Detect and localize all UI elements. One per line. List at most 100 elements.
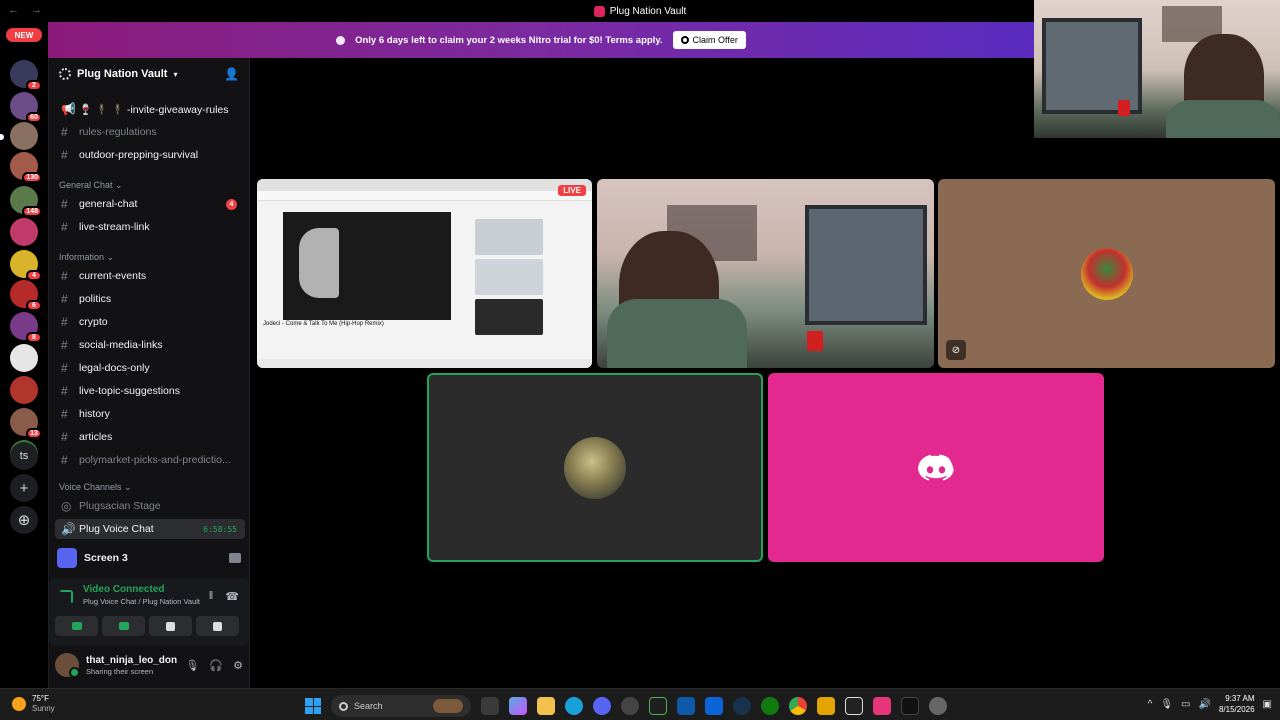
add-member-icon[interactable]: 👤 xyxy=(224,67,239,81)
channel-item[interactable]: # history xyxy=(55,404,245,424)
server-icon[interactable]: 8 xyxy=(10,312,42,343)
call-of-duty-icon[interactable] xyxy=(845,697,863,715)
chrome-icon[interactable] xyxy=(789,697,807,715)
channel-live-stream-link[interactable]: # live-stream-link xyxy=(55,217,245,237)
add-server-icon[interactable]: + xyxy=(10,474,38,502)
browser-toolbar xyxy=(257,191,592,201)
discord-logo-icon xyxy=(918,454,954,482)
server-icon[interactable]: 4 xyxy=(10,250,42,281)
channel-item[interactable]: # crypto xyxy=(55,312,245,332)
gear-icon[interactable]: ⚙ xyxy=(233,659,243,672)
channel-plugsacian-stage[interactable]: ◎ Plugsacian Stage xyxy=(55,496,245,516)
claim-offer-button[interactable]: Claim Offer xyxy=(672,31,746,49)
new-badge[interactable]: NEW xyxy=(6,28,42,42)
screen-share-panel: Screen 3 xyxy=(49,543,249,573)
outlook-icon[interactable] xyxy=(705,697,723,715)
participant-tile-muted[interactable]: ⊘ xyxy=(938,179,1275,368)
server-icon[interactable]: 13 xyxy=(10,408,42,439)
weather-condition: Sunny xyxy=(32,704,55,713)
username[interactable]: that_ninja_leo_don xyxy=(86,655,177,666)
copilot-icon[interactable] xyxy=(509,697,527,715)
channel-invite-giveaway-rules[interactable]: 📢 🍷 🕴 🕴 -invite-giveaway-rules xyxy=(55,99,245,119)
headphones-icon[interactable]: 🎧 xyxy=(209,659,223,672)
server-ts[interactable]: ts xyxy=(10,442,38,470)
server-icon[interactable] xyxy=(10,376,38,404)
back-button[interactable]: ← xyxy=(8,4,19,16)
server-icon[interactable]: 2 xyxy=(10,60,42,91)
channel-label: social-media-links xyxy=(79,339,163,351)
chevron-up-icon[interactable]: ^ xyxy=(1148,699,1153,710)
soundboard-button[interactable] xyxy=(196,616,239,636)
app-icon[interactable] xyxy=(649,697,667,715)
avatar[interactable] xyxy=(55,653,80,678)
server-icon[interactable]: 148 xyxy=(10,186,42,217)
channel-item[interactable]: # social-media-links xyxy=(55,335,245,355)
disconnect-icon[interactable]: ☎ xyxy=(225,590,239,603)
rockstar-icon[interactable] xyxy=(817,697,835,715)
obs-icon[interactable] xyxy=(621,697,639,715)
discord-icon[interactable] xyxy=(593,697,611,715)
activities-icon xyxy=(166,621,175,631)
activities-button[interactable] xyxy=(149,616,192,636)
participant-tile-speaking[interactable] xyxy=(427,373,763,562)
video-player xyxy=(283,212,451,320)
channel-item[interactable]: # politics xyxy=(55,289,245,309)
store-icon[interactable] xyxy=(677,697,695,715)
app-icon[interactable] xyxy=(873,697,891,715)
screen-share-button[interactable] xyxy=(102,616,145,636)
forward-button[interactable]: → xyxy=(31,4,42,16)
participant-tile-discord[interactable] xyxy=(768,373,1104,562)
task-view-icon[interactable] xyxy=(481,697,499,715)
steam-icon[interactable] xyxy=(733,697,751,715)
muted-mic-icon: ⊘ xyxy=(946,340,966,360)
weather-widget[interactable]: 75°F Sunny xyxy=(12,694,55,713)
channel-label: history xyxy=(79,408,110,420)
taskbar-search[interactable]: Search xyxy=(331,695,471,717)
microphone-icon[interactable]: 🎙 xyxy=(1160,699,1173,710)
tiktok-icon[interactable] xyxy=(901,697,919,715)
xbox-icon[interactable] xyxy=(761,697,779,715)
monitor-icon[interactable]: ▭ xyxy=(1181,699,1190,710)
windows-start-icon[interactable] xyxy=(305,698,321,714)
channel-item[interactable]: # current-events xyxy=(55,266,245,286)
server-icon[interactable]: 60 xyxy=(10,92,42,123)
server-icon[interactable]: 6 xyxy=(10,280,42,311)
channel-item[interactable]: # legal-docs-only xyxy=(55,358,245,378)
nitro-banner: Only 6 days left to claim your 2 weeks N… xyxy=(48,22,1034,58)
edge-icon[interactable] xyxy=(565,697,583,715)
channel-outdoor-prepping-survival[interactable]: # outdoor-prepping-survival xyxy=(55,145,245,165)
hash-icon: # xyxy=(61,453,68,467)
claim-offer-label: Claim Offer xyxy=(692,35,738,45)
screen-share-tile[interactable]: Jodeci - Come & Talk To Me (Hip-Hop Remi… xyxy=(257,179,592,368)
red-cup xyxy=(1118,100,1130,116)
channel-item[interactable]: # articles xyxy=(55,427,245,447)
server-icon[interactable] xyxy=(10,218,38,246)
camera-button[interactable] xyxy=(55,616,98,636)
volume-icon[interactable]: 🔊 xyxy=(1199,699,1211,710)
server-header[interactable]: Plug Nation Vault ▾ 👤 xyxy=(49,58,249,90)
channel-item[interactable]: # polymarket-picks-and-predictio... xyxy=(55,450,245,470)
file-explorer-icon[interactable] xyxy=(537,697,555,715)
hash-icon: # xyxy=(61,430,68,444)
noise-suppression-icon[interactable]: ǁ xyxy=(209,590,214,603)
discover-icon[interactable]: ⊕ xyxy=(10,506,38,534)
clock[interactable]: 9:37 AM 8/15/2026 xyxy=(1219,693,1255,715)
channel-general-chat[interactable]: # general-chat 4 xyxy=(55,194,245,214)
server-icon[interactable]: 130 xyxy=(10,152,42,183)
person-shirt xyxy=(1166,100,1280,138)
signal-icon[interactable] xyxy=(59,590,73,604)
category-voice-channels[interactable]: Voice Channels ⌄ xyxy=(59,482,132,493)
settings-icon[interactable] xyxy=(929,697,947,715)
server-icon[interactable] xyxy=(0,122,38,150)
microphone-icon[interactable]: 🎙 xyxy=(185,659,199,672)
webcam-tile[interactable] xyxy=(597,179,934,368)
server-icon[interactable] xyxy=(10,344,38,372)
channel-plug-voice-chat[interactable]: 🔊 Plug Voice Chat 6:58:55 xyxy=(55,519,245,539)
category-information[interactable]: Information ⌄ xyxy=(59,252,114,263)
category-general-chat[interactable]: General Chat ⌄ xyxy=(59,180,123,191)
camera-icon xyxy=(71,622,82,630)
notification-icon[interactable]: ▣ xyxy=(1263,699,1272,710)
channel-rules-regulations[interactable]: # rules-regulations xyxy=(55,122,245,142)
channel-item[interactable]: # live-topic-suggestions xyxy=(55,381,245,401)
stop-stream-icon[interactable] xyxy=(229,553,241,563)
